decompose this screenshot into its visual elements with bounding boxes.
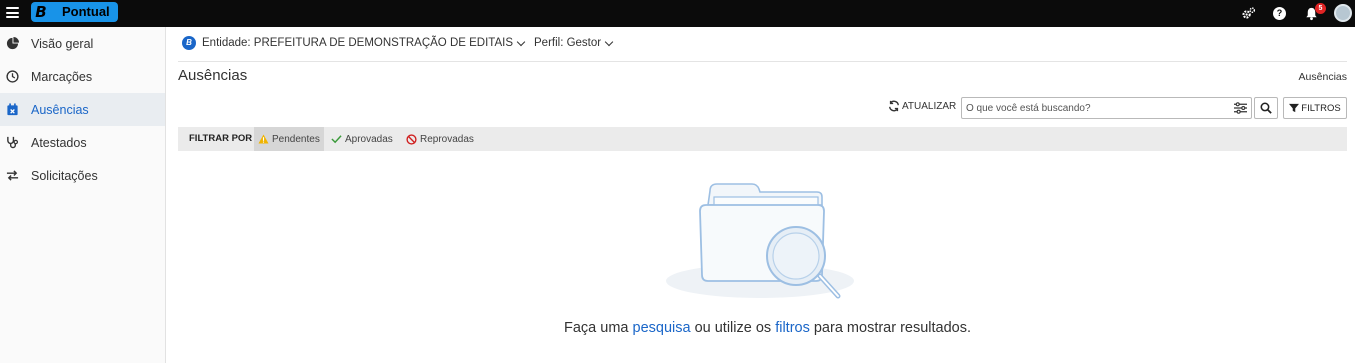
sidebar-item-marcacoes[interactable]: Marcações xyxy=(0,60,165,93)
entity-selector[interactable]: Entidade: PREFEITURA DE DEMONSTRAÇÃO DE … xyxy=(202,37,513,49)
pie-chart-icon xyxy=(6,37,19,50)
notification-badge: 5 xyxy=(1315,3,1326,14)
sidebar-item-label: Visão geral xyxy=(31,36,94,51)
search-icon xyxy=(1260,102,1272,114)
sliders-icon[interactable] xyxy=(1234,102,1247,114)
calendar-x-icon xyxy=(7,103,18,116)
filters-link[interactable]: filtros xyxy=(775,320,810,336)
search-input[interactable] xyxy=(966,101,1228,115)
sidebar-item-atestados[interactable]: Atestados xyxy=(0,126,165,159)
ban-icon xyxy=(406,133,417,145)
empty-text-1: Faça uma xyxy=(564,320,633,336)
filter-chip-label: Reprovadas xyxy=(420,133,474,145)
warning-icon xyxy=(258,134,269,144)
brand-logo[interactable]: B Pontual xyxy=(31,2,118,22)
empty-text-2: ou utilize os xyxy=(690,320,776,336)
empty-text-3: para mostrar resultados. xyxy=(809,320,972,336)
brand-letter: B xyxy=(35,3,47,21)
filter-chip-label: Pendentes xyxy=(272,133,320,145)
filters-label: FILTROS xyxy=(1301,102,1341,114)
filter-chip-reprovadas[interactable]: Reprovadas xyxy=(402,127,478,151)
divider xyxy=(178,61,1347,62)
funnel-icon xyxy=(1289,103,1300,113)
sidebar: Visão geral Marcações Ausências Atestado… xyxy=(0,27,166,363)
empty-folder-search-illustration xyxy=(666,183,854,299)
sidebar-item-label: Marcações xyxy=(31,69,93,84)
stethoscope-icon xyxy=(7,136,19,149)
top-bar: B Pontual ? 5 xyxy=(0,0,1355,27)
sidebar-item-label: Ausências xyxy=(31,102,89,117)
search-box xyxy=(961,97,1252,119)
filter-chip-pendentes[interactable]: Pendentes xyxy=(254,127,324,151)
clock-icon xyxy=(6,70,19,83)
chevron-down-icon[interactable] xyxy=(604,37,614,46)
sidebar-item-solicitacoes[interactable]: Solicitações xyxy=(0,159,165,192)
empty-state-message: Faça uma pesquisa ou utilize os filtros … xyxy=(564,320,971,336)
entity-logo: B xyxy=(182,36,196,50)
search-button[interactable] xyxy=(1254,97,1278,119)
gears-icon[interactable] xyxy=(1241,6,1256,21)
chevron-down-icon[interactable] xyxy=(516,37,526,46)
filter-chip-aprovadas[interactable]: Aprovadas xyxy=(327,127,397,151)
check-icon xyxy=(331,135,342,144)
search-link[interactable]: pesquisa xyxy=(633,320,691,336)
avatar[interactable] xyxy=(1334,4,1352,22)
sidebar-item-label: Atestados xyxy=(31,135,87,150)
brand-name: Pontual xyxy=(62,4,110,19)
help-icon[interactable]: ? xyxy=(1273,7,1286,20)
breadcrumb[interactable]: Ausências xyxy=(1299,71,1347,83)
profile-selector[interactable]: Perfil: Gestor xyxy=(534,37,601,49)
exchange-icon xyxy=(6,170,19,181)
context-bar: B Entidade: PREFEITURA DE DEMONSTRAÇÃO D… xyxy=(178,32,618,54)
refresh-icon xyxy=(889,100,899,112)
refresh-label: ATUALIZAR xyxy=(902,100,957,112)
sidebar-item-visao-geral[interactable]: Visão geral xyxy=(0,27,165,60)
filter-chip-label: Aprovadas xyxy=(345,133,393,145)
sidebar-item-label: Solicitações xyxy=(31,168,98,183)
sidebar-item-ausencias[interactable]: Ausências xyxy=(0,93,165,126)
menu-icon[interactable] xyxy=(6,7,19,18)
page-title: Ausências xyxy=(178,67,248,84)
filter-label: FILTRAR POR xyxy=(189,133,253,144)
refresh-button[interactable]: ATUALIZAR xyxy=(888,100,956,112)
filter-bar: FILTRAR POR Pendentes Aprovadas Reprovad… xyxy=(178,127,1347,151)
filters-button[interactable]: FILTROS xyxy=(1283,97,1347,119)
